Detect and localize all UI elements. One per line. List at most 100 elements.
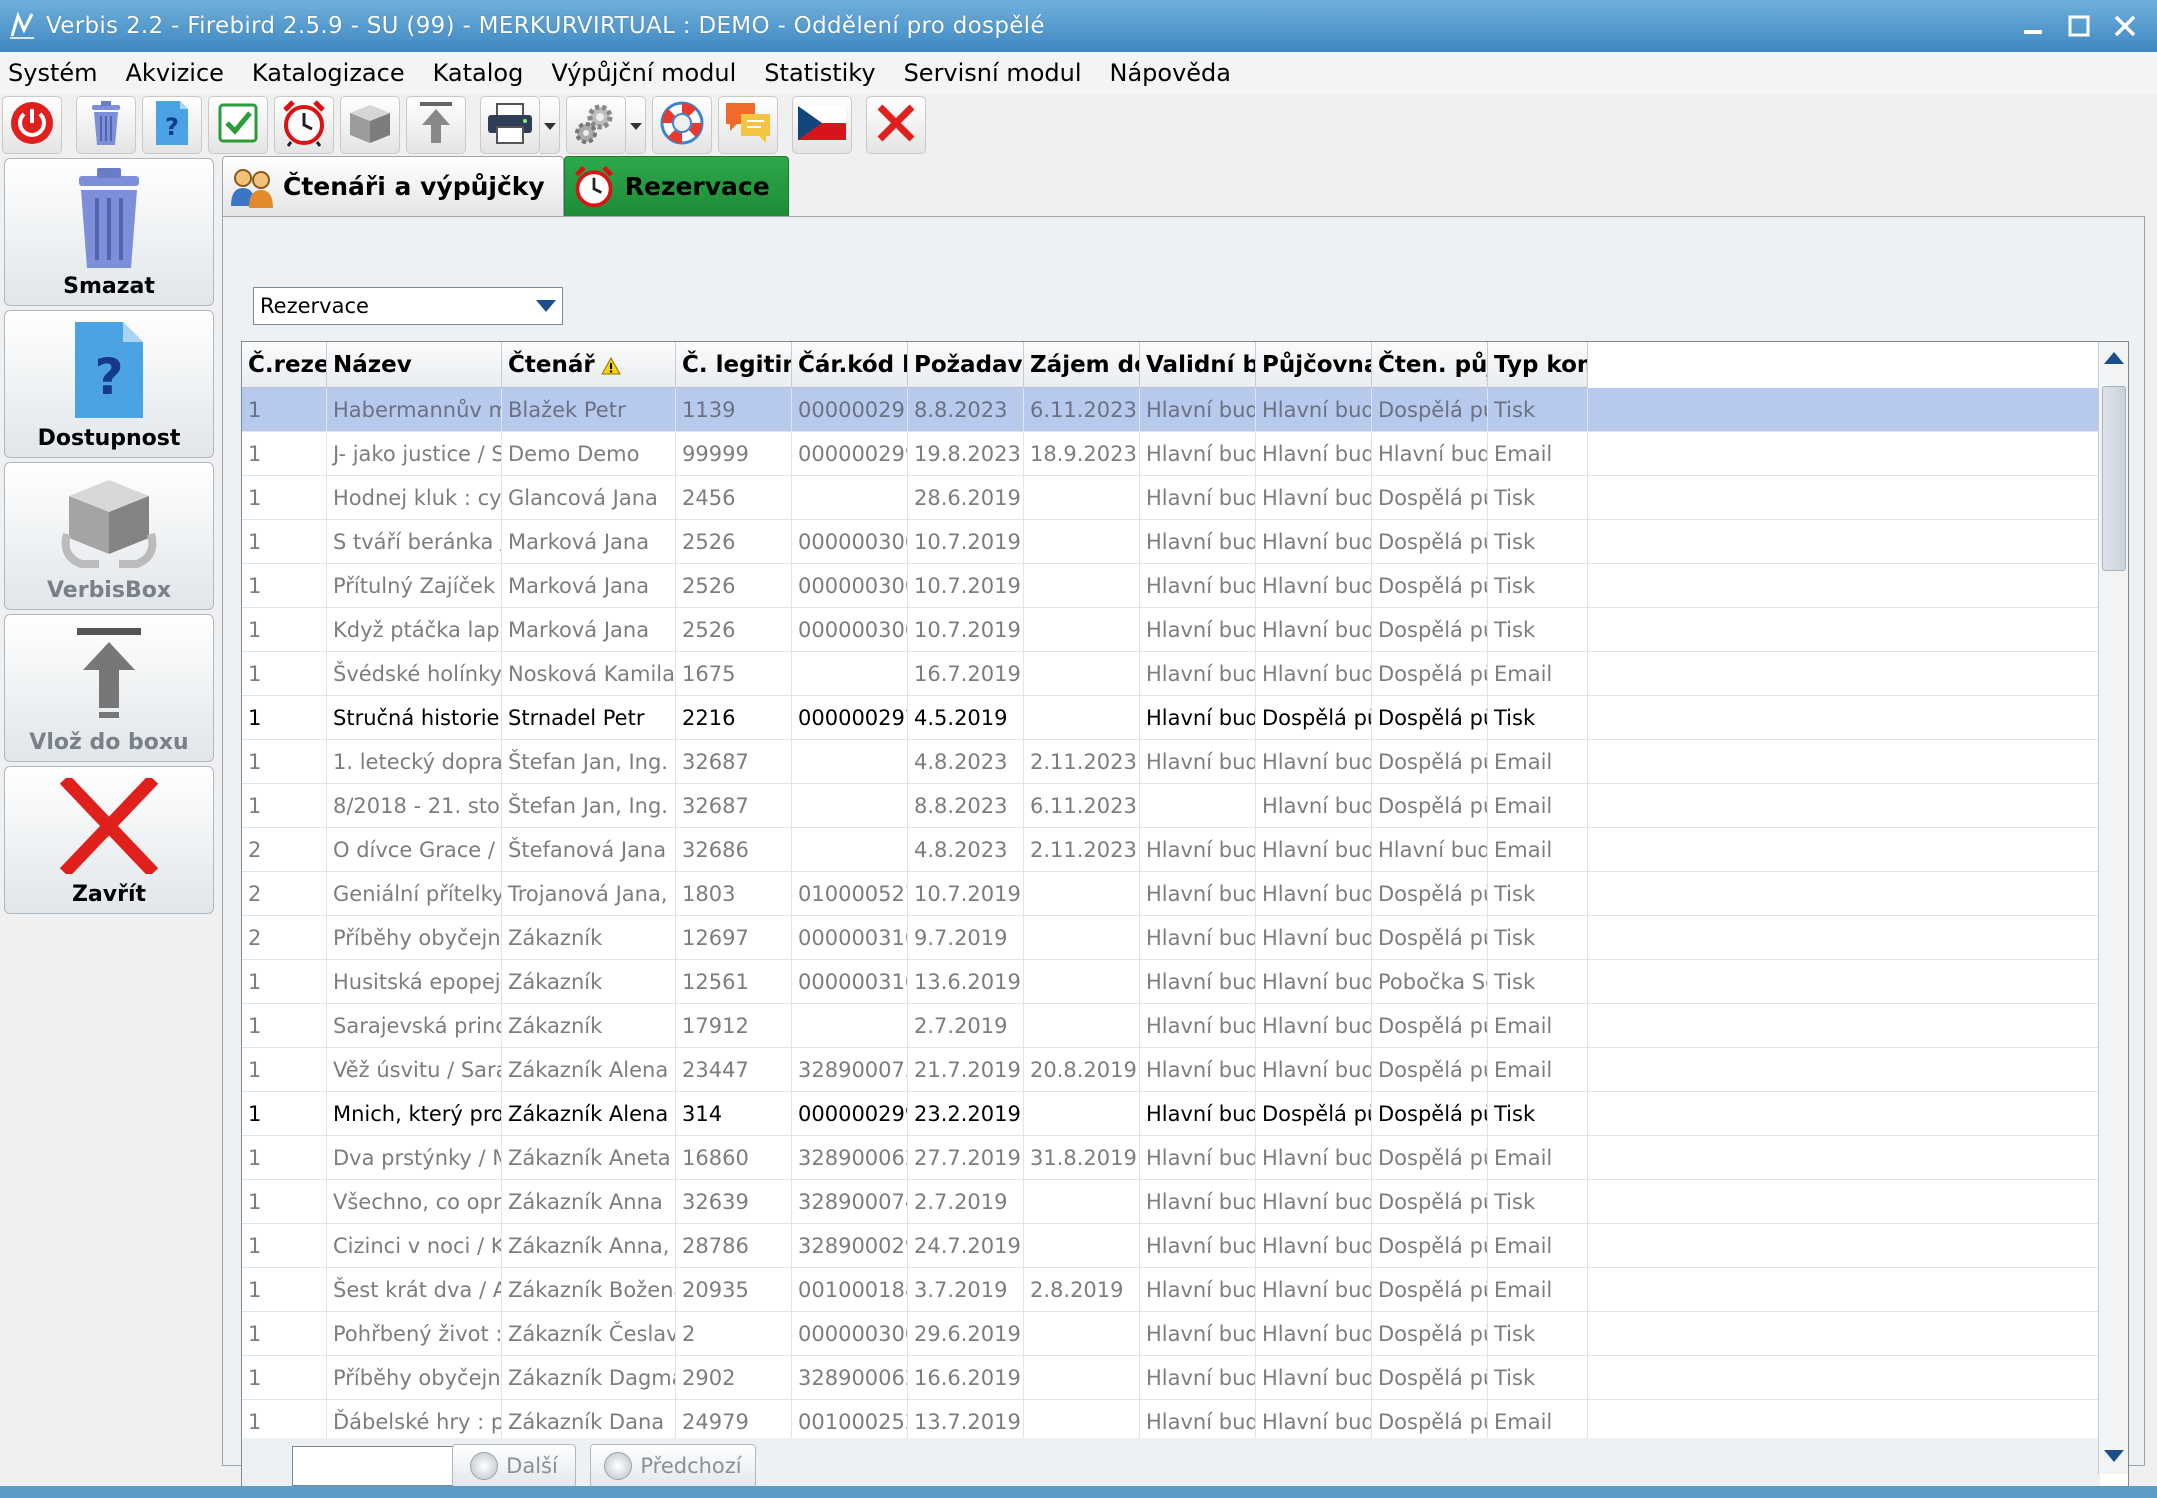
table-row[interactable]: 1Cizinci v noci / Kent HaruZákazník Anna… [242,1224,2100,1268]
tab-readers-loans[interactable]: Čtenáři a výpůjčky [222,156,564,216]
table-row[interactable]: 1Pohřbený život : triller /Zákazník Česl… [242,1312,2100,1356]
column-header[interactable]: Čár.kód leg. [792,342,908,388]
settings-button[interactable] [566,96,626,154]
previous-button[interactable]: Předchozí [590,1444,756,1488]
column-header[interactable]: Čten. půjčovr [1372,342,1488,388]
menu-system[interactable]: Systém [0,52,112,94]
vertical-scroll-thumb[interactable] [2102,386,2126,571]
minimize-icon[interactable] [2015,8,2051,44]
menu-cataloguing[interactable]: Katalogizace [238,52,419,94]
table-row[interactable]: 2Geniální přítelkyně. DětsTrojanová Jana… [242,872,2100,916]
table-cell: Hlavní budova [1140,1048,1256,1092]
menu-statistics[interactable]: Statistiky [750,52,889,94]
menu-acquisition[interactable]: Akvizice [112,52,238,94]
table-cell: Hlavní budova [1140,740,1256,784]
table-cell: Hlavní budova [1256,1048,1372,1092]
close-toolbar-button[interactable] [866,96,926,154]
table-row[interactable]: 1Stručná historie času : cStrnadel Petr2… [242,696,2100,740]
table-row[interactable]: 1Ďábelské hry : případy kZákazník Dana24… [242,1400,2100,1438]
table-row[interactable]: 18/2018 - 21. století : revŠtefan Jan, I… [242,784,2100,828]
table-cell: 4.8.2023 [908,828,1024,872]
column-header[interactable]: Č.reze [242,342,327,388]
check-toolbar-button[interactable] [208,96,268,154]
table-row[interactable]: 11. letecký dopravní plukŠtefan Jan, Ing… [242,740,2100,784]
delete-button[interactable]: Smazat [4,158,214,306]
table-cell: 1 [242,608,327,652]
settings-dropdown-button[interactable] [626,96,646,154]
delete-toolbar-button[interactable] [76,96,136,154]
checklist-icon [216,101,260,149]
table-cell: Hlavní budova [1256,388,1372,432]
table-row[interactable]: 1Když ptáčka lapají / MagMarková Jana252… [242,608,2100,652]
table-row[interactable]: 2Příběhy obyčejného uzdZákazník126970000… [242,916,2100,960]
table-cell: 1 [242,652,327,696]
print-dropdown-button[interactable] [540,96,560,154]
alarm-clock-icon [279,98,329,152]
column-header[interactable]: Typ komun [1488,342,1588,388]
language-button[interactable] [792,96,852,154]
table-cell: 1 [242,1268,327,1312]
column-header[interactable]: Č. legitimace [676,342,792,388]
table-cell: 2.11.2023 [1024,828,1140,872]
insert-box-toolbar-button[interactable] [406,96,466,154]
menu-loan-module[interactable]: Výpůjční modul [537,52,750,94]
column-header[interactable]: Požadavek [908,342,1024,388]
table-cell: 18.9.2023 [1024,432,1140,476]
verbisbox-button[interactable]: VerbisBox [4,462,214,610]
table-row[interactable]: 2O dívce Grace / AnthonyŠtefanová Jana32… [242,828,2100,872]
table-row[interactable]: 1Přítulný Zajíček / MagdaMarková Jana252… [242,564,2100,608]
availability-toolbar-button[interactable]: ? [142,96,202,154]
column-header[interactable]: Čtenář [502,342,676,388]
menu-help[interactable]: Nápověda [1096,52,1246,94]
table-cell: Blažek Petr [502,388,676,432]
table-row[interactable]: 1Věž úsvitu / Sarah J. MaZákazník Alena2… [242,1048,2100,1092]
menu-service-module[interactable]: Servisní modul [890,52,1096,94]
verbisbox-toolbar-button[interactable] [340,96,400,154]
maximize-icon[interactable] [2061,8,2097,44]
tab-reservations[interactable]: Rezervace [563,156,789,216]
table-row[interactable]: 1Husitská epopej. VI, 14€Zákazník1256100… [242,960,2100,1004]
column-header[interactable]: Zájem do [1024,342,1140,388]
close-button[interactable]: Zavřít [4,766,214,914]
table-row[interactable]: 1Habermannův mlýn / Jo:Blažek Petr113900… [242,388,2100,432]
table-row[interactable]: 1Dva prstýnky / Millie WeZákazník Aneta1… [242,1136,2100,1180]
table-row[interactable]: 1S tváří beránka / MagdaMarková Jana2526… [242,520,2100,564]
table-row[interactable]: 1Šest krát dva / Arne DalZákazník Božena… [242,1268,2100,1312]
table-cell: 2.7.2019 [908,1004,1024,1048]
print-button[interactable] [480,96,540,154]
table-row[interactable]: 1Příběhy obyčejného uzdZákazník Dagmar29… [242,1356,2100,1400]
table-row[interactable]: 1Sarajevská princezna / EZákazník17912 2.… [242,1004,2100,1048]
table-row[interactable]: 1Mnich, který prodal svéZákazník Alena31… [242,1092,2100,1136]
table-cell: Dospělá půjčovi [1372,520,1488,564]
table-cell: Tisk [1488,872,1588,916]
column-header[interactable]: Půjčovna [1256,342,1372,388]
insert-box-button[interactable]: Vlož do boxu [4,614,214,762]
table-cell: Hlavní budova [1256,1136,1372,1180]
table-cell: Dospělá půjčovi [1372,784,1488,828]
table-row[interactable]: 1Všechno, co opravdu pcZákazník Anna3263… [242,1180,2100,1224]
power-button[interactable] [2,96,62,154]
next-button[interactable]: Další [452,1444,576,1488]
table-row[interactable]: 1Švédské holínky / HenniNosková Kamila16… [242,652,2100,696]
scroll-up-icon[interactable] [2104,352,2124,364]
table-row[interactable]: 1Hodnej kluk : cyklus WAGlancová Jana245… [242,476,2100,520]
table-body: 1Habermannův mlýn / Jo:Blažek Petr113900… [242,388,2100,1438]
table-cell: Zákazník Anna, Mgr. [502,1224,676,1268]
table-row[interactable]: 1J- jako justice / Sue GraDemo Demo99999… [242,432,2100,476]
messages-button[interactable] [718,96,778,154]
scroll-down-icon[interactable] [2104,1450,2124,1462]
column-header[interactable]: Název [327,342,502,388]
vertical-scrollbar[interactable] [2098,342,2128,1474]
table-cell: Hlavní budova [1372,828,1488,872]
table-cell: Hlavní budova [1256,1312,1372,1356]
close-window-icon[interactable] [2107,8,2143,44]
table-cell: Dospělá půjčovi [1372,1268,1488,1312]
table-cell: 328900062590 [792,1356,908,1400]
table-cell: 1 [242,1224,327,1268]
menu-catalog[interactable]: Katalog [419,52,538,94]
column-header[interactable]: Validní budov [1140,342,1256,388]
support-button[interactable] [652,96,712,154]
reservation-toolbar-button[interactable] [274,96,334,154]
availability-button[interactable]: ? Dostupnost [4,310,214,458]
reservation-filter-select[interactable]: Rezervace [253,287,563,325]
